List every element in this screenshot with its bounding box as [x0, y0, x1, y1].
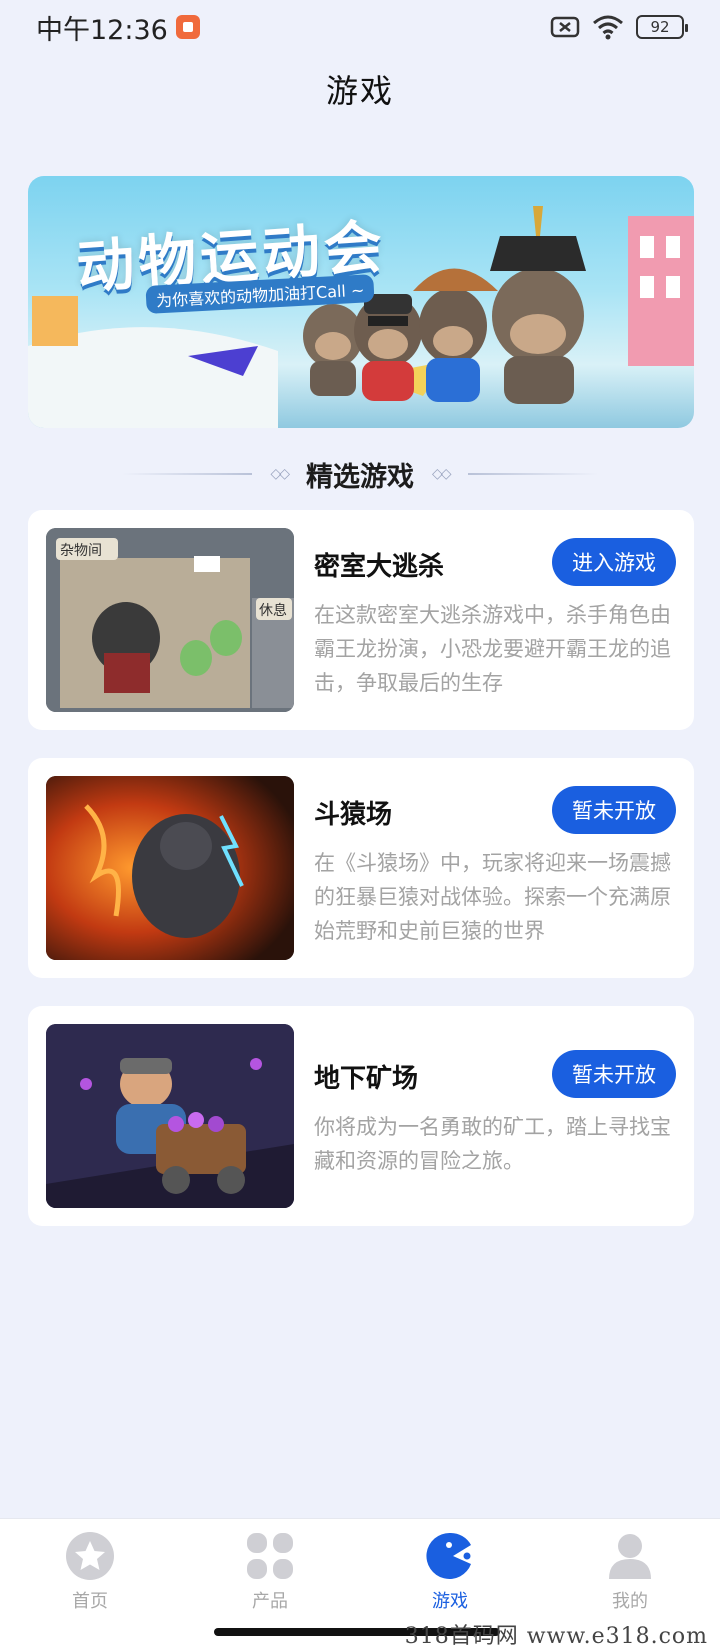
status-left: 中午12:36	[36, 8, 200, 47]
section-title: 精选游戏	[306, 461, 414, 493]
status-time: 中午12:36	[36, 14, 168, 46]
grid-icon	[245, 1531, 295, 1581]
not-open-button[interactable]: 暂未开放	[552, 1050, 676, 1098]
tab-games[interactable]: 游戏	[390, 1531, 510, 1613]
battery-icon: 92	[636, 15, 688, 39]
game-thumbnail	[46, 776, 294, 960]
tab-label: 首页	[72, 1591, 108, 1612]
record-icon	[175, 15, 200, 39]
section-heading: ◇◇ 精选游戏 ◇◇	[0, 452, 720, 496]
status-bar: 中午12:36 92	[0, 0, 720, 54]
game-card[interactable]: 地下矿场 暂未开放 你将成为一名勇敢的矿工，踏上寻找宝藏和资源的冒险之旅。	[28, 1006, 694, 1226]
divider-left	[122, 473, 253, 475]
tab-label: 我的	[612, 1591, 648, 1612]
watermark: 318首码网 www.e318.com	[404, 1624, 708, 1649]
game-card[interactable]: 斗猿场 暂未开放 在《斗猿场》中，玩家将迎来一场震撼的狂暴巨猿对战体验。探索一个…	[28, 758, 694, 978]
thumb-label: 杂物间	[60, 543, 102, 559]
divider-right	[467, 473, 598, 475]
status-right: 92	[550, 14, 688, 40]
diamond-icon: ◇◇	[270, 466, 289, 482]
star-icon	[65, 1531, 115, 1581]
game-description: 在《斗猿场》中，玩家将迎来一场震撼的狂暴巨猿对战体验。探索一个充满原始荒野和史前…	[314, 851, 671, 943]
tab-label: 产品	[252, 1591, 288, 1612]
game-title: 密室大逃杀	[314, 552, 445, 582]
sim-off-icon	[550, 16, 580, 38]
thumb-label: 休息	[259, 603, 287, 619]
monkey-4	[490, 206, 586, 404]
game-description: 你将成为一名勇敢的矿工，踏上寻找宝藏和资源的冒险之旅。	[314, 1115, 671, 1173]
diamond-icon: ◇◇	[432, 466, 451, 482]
promo-banner[interactable]: 动物运动会 为你喜欢的动物加油打Call ~	[28, 176, 694, 428]
profile-icon	[605, 1531, 655, 1581]
tab-label: 游戏	[432, 1591, 468, 1612]
battery-level: 92	[650, 18, 670, 36]
game-description: 在这款密室大逃杀游戏中，杀手角色由霸王龙扮演，小恐龙要避开霸王龙的追击，争取最后…	[314, 603, 671, 695]
tab-home[interactable]: 首页	[30, 1531, 150, 1613]
monkey-2	[354, 294, 422, 401]
monkey-1	[303, 304, 363, 396]
game-icon	[425, 1531, 475, 1581]
not-open-button[interactable]: 暂未开放	[552, 786, 676, 834]
tab-profile[interactable]: 我的	[570, 1531, 690, 1613]
game-thumbnail	[46, 1024, 294, 1208]
tab-products[interactable]: 产品	[210, 1531, 330, 1613]
game-title: 地下矿场	[314, 1064, 419, 1094]
wifi-icon	[593, 15, 623, 40]
game-title: 斗猿场	[314, 800, 393, 830]
game-card[interactable]: 杂物间 休息 密室大逃杀 进入游戏 在这款密室大逃杀游戏中，杀手角色由霸王龙扮演…	[28, 510, 694, 730]
enter-game-button[interactable]: 进入游戏	[552, 538, 676, 586]
page-title: 游戏	[325, 72, 394, 110]
game-thumbnail: 杂物间 休息	[46, 528, 294, 712]
